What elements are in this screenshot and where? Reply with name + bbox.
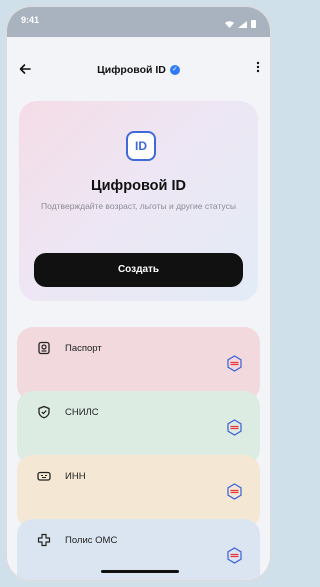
phone-frame: 9:41 Цифровой ID ✓ ID Цифровой ID Подтве…: [5, 5, 272, 582]
document-card-snils[interactable]: СНИЛС: [17, 391, 260, 465]
card-subtitle: Подтверждайте возраст, льготы и другие с…: [41, 201, 236, 211]
page-title: Цифровой ID: [97, 64, 166, 76]
wifi-icon: [225, 15, 234, 33]
gosuslugi-logo-icon: [226, 355, 243, 372]
document-label: ИНН: [65, 471, 86, 482]
documents-stack: Паспорт СНИЛС ИНН Полис ОМС: [7, 327, 270, 580]
screen: 9:41 Цифровой ID ✓ ID Цифровой ID Подтве…: [7, 7, 270, 580]
battery-icon: [251, 15, 256, 33]
app-header: Цифровой ID ✓: [7, 37, 270, 93]
system-icons: [225, 15, 256, 33]
home-indicator[interactable]: [101, 570, 179, 573]
medical-cross-icon: [37, 533, 51, 547]
id-card-icon: [37, 469, 51, 483]
id-badge-text: ID: [135, 139, 147, 153]
document-card-passport[interactable]: Паспорт: [17, 327, 260, 401]
status-time: 9:41: [21, 15, 40, 25]
card-title: Цифровой ID: [91, 178, 186, 194]
id-badge-icon: ID: [126, 131, 156, 161]
more-vertical-icon[interactable]: [256, 61, 260, 76]
document-label: Полис ОМС: [65, 535, 118, 546]
shield-check-icon: [37, 405, 51, 419]
gosuslugi-logo-icon: [226, 419, 243, 436]
create-button[interactable]: Создать: [34, 253, 243, 287]
document-label: СНИЛС: [65, 407, 99, 418]
gosuslugi-logo-icon: [226, 483, 243, 500]
passport-icon: [37, 341, 51, 355]
status-bar: 9:41: [7, 7, 270, 37]
verified-check-icon: ✓: [169, 65, 180, 75]
header-title-group: Цифровой ID ✓: [7, 64, 270, 76]
digital-id-card: ID Цифровой ID Подтверждайте возраст, ль…: [19, 101, 258, 301]
signal-icon: [238, 15, 247, 33]
gosuslugi-logo-icon: [226, 547, 243, 564]
document-card-inn[interactable]: ИНН: [17, 455, 260, 529]
document-label: Паспорт: [65, 343, 102, 354]
